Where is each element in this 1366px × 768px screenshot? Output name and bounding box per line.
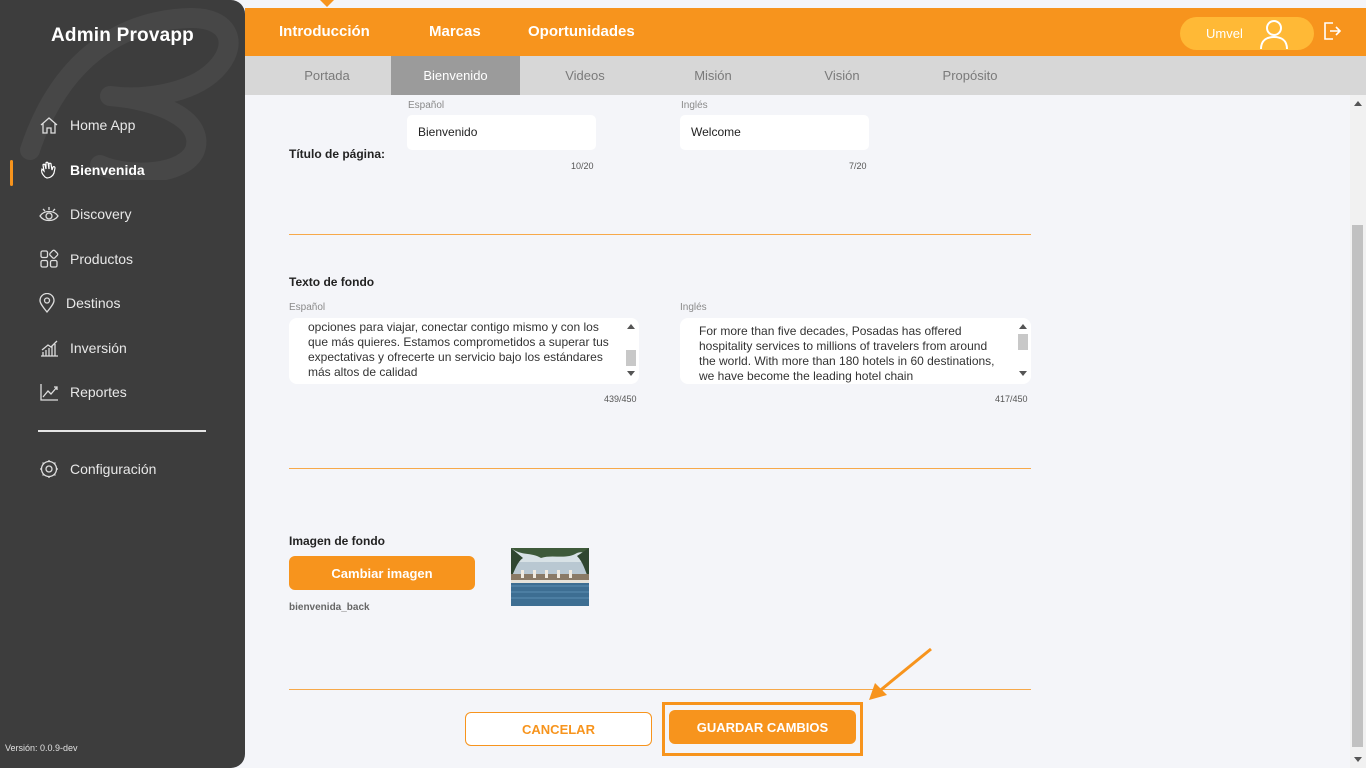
sidebar-item-label: Reportes	[70, 384, 127, 400]
tab-marcas[interactable]: Marcas	[429, 23, 481, 40]
tab-oportunidades[interactable]: Oportunidades	[528, 23, 635, 40]
en-label: Inglés	[680, 302, 707, 313]
sub-tabs: Portada Bienvenido Videos Misión Visión …	[245, 56, 1366, 95]
gear-icon	[38, 458, 60, 480]
textarea-content: opciones para viajar, conectar contigo m…	[308, 320, 609, 379]
sidebar-item-label: Home App	[70, 117, 136, 133]
en-label: Inglés	[681, 100, 708, 111]
subtab-mision[interactable]: Misión	[653, 56, 773, 95]
user-avatar-icon	[1260, 20, 1288, 50]
background-text-en-textarea[interactable]: For more than five decades, Posadas has …	[680, 318, 1031, 384]
home-icon	[38, 114, 60, 136]
scroll-up-icon[interactable]	[627, 324, 635, 329]
grid-icon	[38, 248, 60, 270]
sidebar-item-configuracion[interactable]: Configuración	[38, 455, 156, 483]
sidebar: Admin Provapp Home App Bienvenida Discov…	[0, 0, 245, 768]
scroll-down-icon[interactable]	[1354, 757, 1362, 762]
sidebar-item-inversion[interactable]: Inversión	[38, 334, 127, 362]
logout-icon[interactable]	[1322, 21, 1342, 41]
sidebar-item-home-app[interactable]: Home App	[38, 111, 135, 139]
annotation-arrow-icon	[869, 647, 932, 700]
top-nav: Introducción Marcas Oportunidades Umvel	[245, 0, 1366, 56]
subtab-bienvenido[interactable]: Bienvenido	[391, 56, 520, 95]
page-title-es-input[interactable]: Bienvenido	[407, 115, 596, 150]
background-image-label: Imagen de fondo	[289, 534, 385, 548]
scroll-thumb[interactable]	[626, 350, 636, 366]
subtab-portada[interactable]: Portada	[269, 56, 385, 95]
version-label: Versión: 0.0.9-dev	[5, 743, 78, 753]
page-title-en-input[interactable]: Welcome	[680, 115, 869, 150]
sidebar-item-label: Inversión	[70, 340, 127, 356]
sidebar-item-reportes[interactable]: Reportes	[38, 378, 127, 406]
bar-chart-icon	[38, 337, 60, 359]
active-indicator	[10, 160, 13, 186]
section-divider	[289, 468, 1031, 469]
eye-icon	[38, 203, 60, 225]
sidebar-item-productos[interactable]: Productos	[38, 245, 133, 273]
subtab-proposito[interactable]: Propósito	[910, 56, 1030, 95]
sidebar-item-discovery[interactable]: Discovery	[38, 200, 131, 228]
active-tab-caret	[320, 0, 334, 7]
app-title: Admin Provapp	[50, 25, 194, 46]
sidebar-item-label: Configuración	[70, 461, 157, 477]
background-text-es-counter: 439/450	[604, 394, 637, 404]
user-name: Umvel	[1206, 26, 1243, 41]
sidebar-item-label: Destinos	[66, 295, 121, 311]
textarea-scrollbar[interactable]	[625, 320, 637, 380]
sidebar-item-destinos[interactable]: Destinos	[38, 289, 120, 317]
main-content: Título de página: Español Bienvenido 10/…	[245, 95, 1350, 768]
sidebar-item-label: Bienvenida	[70, 162, 145, 178]
page-title-es-counter: 10/20	[571, 161, 594, 171]
section-divider	[289, 234, 1031, 235]
page-title-en-counter: 7/20	[849, 161, 867, 171]
scroll-thumb[interactable]	[1352, 225, 1363, 747]
es-label: Español	[289, 302, 326, 313]
page-scrollbar[interactable]	[1350, 95, 1366, 768]
background-text-es-textarea[interactable]: opciones para viajar, conectar contigo m…	[289, 318, 639, 384]
image-filename: bienvenida_back	[289, 602, 370, 613]
sidebar-item-bienvenida[interactable]: Bienvenida	[38, 156, 145, 184]
textarea-scrollbar[interactable]	[1017, 320, 1029, 380]
background-text-label: Texto de fondo	[289, 275, 375, 289]
background-image-preview	[511, 548, 589, 606]
sidebar-item-label: Discovery	[70, 206, 132, 222]
user-menu[interactable]: Umvel	[1180, 17, 1314, 50]
page-title-label: Título de página:	[289, 147, 385, 161]
wave-hand-icon	[38, 159, 60, 181]
change-image-button[interactable]: Cambiar imagen	[289, 556, 475, 590]
save-button[interactable]: GUARDAR CAMBIOS	[669, 710, 856, 744]
scroll-up-icon[interactable]	[1354, 101, 1362, 106]
subtab-vision[interactable]: Visión	[782, 56, 902, 95]
cancel-button[interactable]: CANCELAR	[465, 712, 652, 746]
sidebar-item-label: Productos	[70, 251, 134, 267]
sidebar-divider	[38, 430, 206, 432]
background-text-en-counter: 417/450	[995, 394, 1028, 404]
subtab-videos[interactable]: Videos	[525, 56, 645, 95]
line-chart-icon	[38, 381, 60, 403]
tab-introduccion[interactable]: Introducción	[279, 23, 370, 40]
textarea-content: For more than five decades, Posadas has …	[699, 324, 995, 383]
scroll-thumb[interactable]	[1018, 334, 1028, 350]
location-pin-icon	[38, 292, 56, 314]
scroll-down-icon[interactable]	[627, 371, 635, 376]
scroll-up-icon[interactable]	[1019, 324, 1027, 329]
scroll-down-icon[interactable]	[1019, 371, 1027, 376]
es-label: Español	[408, 100, 445, 111]
